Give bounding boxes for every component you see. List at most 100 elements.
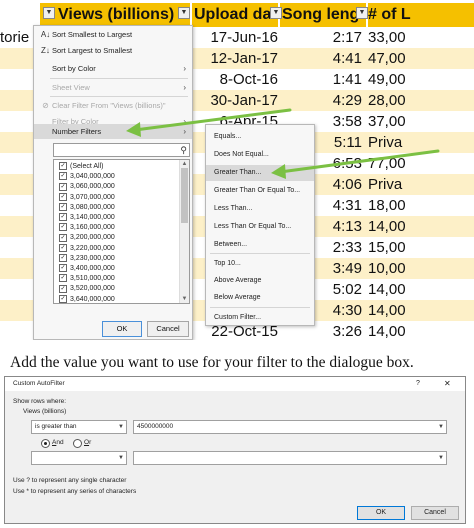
or-label-rest: r xyxy=(89,439,92,446)
table-cell-title-fragment[interactable]: torie xyxy=(0,27,29,48)
close-icon[interactable]: ✕ xyxy=(444,377,451,391)
table-cell-num[interactable]: 47,00 xyxy=(368,48,474,69)
table-cell-len[interactable]: 4:29 xyxy=(280,90,362,111)
checkbox-checked-icon[interactable]: ✓ xyxy=(59,233,67,242)
filter-dropdown-panel: A↓ Sort Smallest to Largest Z↓ Sort Larg… xyxy=(33,25,193,340)
table-cell-num[interactable]: Priva xyxy=(368,132,474,153)
table-cell-num[interactable]: 28,00 xyxy=(368,90,474,111)
header-views-label: Views (billions) xyxy=(58,6,175,23)
table-cell-date[interactable]: 17-Jun-16 xyxy=(186,27,278,48)
scrollbar-thumb[interactable] xyxy=(181,168,188,223)
filter-value-item[interactable]: ✓ 3,160,000,000 xyxy=(59,223,115,233)
table-cell-num[interactable]: 14,00 xyxy=(368,279,474,300)
filter-value-label: 3,040,000,000 xyxy=(70,173,115,181)
number-filter-option-label: Does Not Equal... xyxy=(214,151,269,158)
number-filter-option[interactable]: Custom Filter... xyxy=(206,310,314,326)
table-cell-len[interactable]: 4:41 xyxy=(280,48,362,69)
sort-descending-item[interactable]: Z↓ Sort Largest to Smallest xyxy=(34,43,192,58)
table-cell-num[interactable]: 14,00 xyxy=(368,216,474,237)
filter-value-item[interactable]: ✓ 3,200,000,000 xyxy=(59,233,115,243)
filter-value-item[interactable]: ✓ 3,060,000,000 xyxy=(59,182,115,192)
filter-value-label: 3,080,000,000 xyxy=(70,203,115,211)
and-radio[interactable] xyxy=(41,439,50,448)
table-cell-num[interactable]: 14,00 xyxy=(368,321,474,340)
number-filter-option[interactable]: Less Than... xyxy=(206,201,314,217)
checkbox-checked-icon[interactable]: ✓ xyxy=(59,162,67,171)
number-filters-item[interactable]: Number Filters › xyxy=(34,124,192,139)
filter-value-item[interactable]: ✓ 3,640,000,000 xyxy=(59,294,115,303)
operator1-select[interactable]: is greater than ▼ xyxy=(31,420,127,434)
table-cell-num[interactable]: 10,00 xyxy=(368,258,474,279)
filter-value-item[interactable]: ✓ 3,140,000,000 xyxy=(59,213,115,223)
table-cell-len[interactable]: 2:17 xyxy=(280,27,362,48)
clear-filter-item: ⊘ Clear Filter From "Views (billions)" xyxy=(34,98,192,113)
number-filter-option[interactable]: Greater Than... xyxy=(206,165,314,181)
scroll-down-icon[interactable]: ▼ xyxy=(180,295,189,303)
number-filter-option[interactable]: Equals... xyxy=(206,129,314,145)
checkbox-checked-icon[interactable]: ✓ xyxy=(59,172,67,181)
number-filter-option[interactable]: Less Than Or Equal To... xyxy=(206,219,314,235)
table-cell-len[interactable]: 1:41 xyxy=(280,69,362,90)
views-filter-dropdown-button[interactable]: ▼ xyxy=(43,7,55,19)
filter-value-label: 3,200,000,000 xyxy=(70,234,115,242)
value2-combo[interactable]: ▼ xyxy=(133,451,447,465)
filter-value-item[interactable]: ✓ 3,070,000,000 xyxy=(59,192,115,203)
table-cell-date[interactable]: 8-Oct-16 xyxy=(186,69,278,90)
filter-value-item[interactable]: ✓ (Select All) xyxy=(59,162,103,172)
number-filter-option[interactable]: Above Average xyxy=(206,273,314,289)
filter-value-item[interactable]: ✓ 3,040,000,000 xyxy=(59,172,115,182)
filter-value-item[interactable]: ✓ 3,220,000,000 xyxy=(59,243,115,254)
date-filter-dropdown-button[interactable]: ▼ xyxy=(270,7,282,19)
number-filter-option[interactable]: Between... xyxy=(206,237,314,253)
filter-value-item[interactable]: ✓ 3,400,000,000 xyxy=(59,264,115,274)
checkbox-checked-icon[interactable]: ✓ xyxy=(59,294,67,303)
number-filter-option-label: Less Than Or Equal To... xyxy=(214,223,292,230)
number-filter-option[interactable]: Does Not Equal... xyxy=(206,147,314,163)
length-filter-dropdown-button[interactable]: ▼ xyxy=(356,7,368,19)
filter-search-input[interactable]: ⚲ xyxy=(53,143,190,157)
checkbox-checked-icon[interactable]: ✓ xyxy=(59,192,67,201)
sheet-view-item: Sheet View › xyxy=(34,80,192,95)
value1-combo[interactable]: 4500000000 ▼ xyxy=(133,420,447,434)
table-cell-num[interactable]: 18,00 xyxy=(368,195,474,216)
checkbox-checked-icon[interactable]: ✓ xyxy=(59,213,67,222)
or-radio[interactable] xyxy=(73,439,82,448)
views-filter-dropdown-button-right[interactable]: ▼ xyxy=(178,7,190,19)
number-filter-option[interactable]: Below Average xyxy=(206,290,314,306)
filter-value-item[interactable]: ✓ 3,080,000,000 xyxy=(59,202,115,213)
table-cell-num[interactable]: 15,00 xyxy=(368,237,474,258)
operator2-select[interactable]: ▼ xyxy=(31,451,127,465)
list-scrollbar[interactable]: ▲ ▼ xyxy=(179,160,189,303)
checkbox-checked-icon[interactable]: ✓ xyxy=(59,202,67,211)
checkbox-checked-icon[interactable]: ✓ xyxy=(59,182,67,191)
table-cell-num[interactable]: 14,00 xyxy=(368,300,474,321)
number-filter-option[interactable]: Greater Than Or Equal To... xyxy=(206,183,314,199)
filter-value-item[interactable]: ✓ 3,520,000,000 xyxy=(59,284,115,294)
checkbox-checked-icon[interactable]: ✓ xyxy=(59,253,67,262)
filter-ok-button[interactable]: OK xyxy=(102,321,142,337)
dialog-ok-button[interactable]: OK xyxy=(357,506,405,520)
checkbox-checked-icon[interactable]: ✓ xyxy=(59,223,67,232)
table-cell-num[interactable]: 37,00 xyxy=(368,111,474,132)
checkbox-checked-icon[interactable]: ✓ xyxy=(59,274,67,283)
dialog-cancel-button[interactable]: Cancel xyxy=(411,506,459,520)
filter-value-item[interactable]: ✓ 3,510,000,000 xyxy=(59,274,115,284)
checkbox-checked-icon[interactable]: ✓ xyxy=(59,284,67,293)
table-cell-num[interactable]: 49,00 xyxy=(368,69,474,90)
help-icon[interactable]: ? xyxy=(416,377,420,391)
filter-cancel-button[interactable]: Cancel xyxy=(147,321,189,337)
sort-by-color-item[interactable]: Sort by Color › xyxy=(34,61,192,76)
table-cell-date[interactable]: 30-Jan-17 xyxy=(186,90,278,111)
checkbox-checked-icon[interactable]: ✓ xyxy=(59,264,67,273)
scroll-up-icon[interactable]: ▲ xyxy=(180,160,189,168)
number-filter-option[interactable]: Top 10... xyxy=(206,256,314,272)
table-cell-date[interactable]: 12-Jan-17 xyxy=(186,48,278,69)
sort-ascending-item[interactable]: A↓ Sort Smallest to Largest xyxy=(34,27,192,42)
table-cell-num[interactable]: 77,00 xyxy=(368,153,474,174)
table-cell-num[interactable]: 33,00 xyxy=(368,27,474,48)
filter-value-label: 3,520,000,000 xyxy=(70,285,115,293)
filter-value-item[interactable]: ✓ 3,230,000,000 xyxy=(59,253,115,264)
table-cell-num[interactable]: Priva xyxy=(368,174,474,195)
checkbox-checked-icon[interactable]: ✓ xyxy=(59,243,67,252)
instruction-caption: Add the value you want to use for your f… xyxy=(10,354,414,371)
